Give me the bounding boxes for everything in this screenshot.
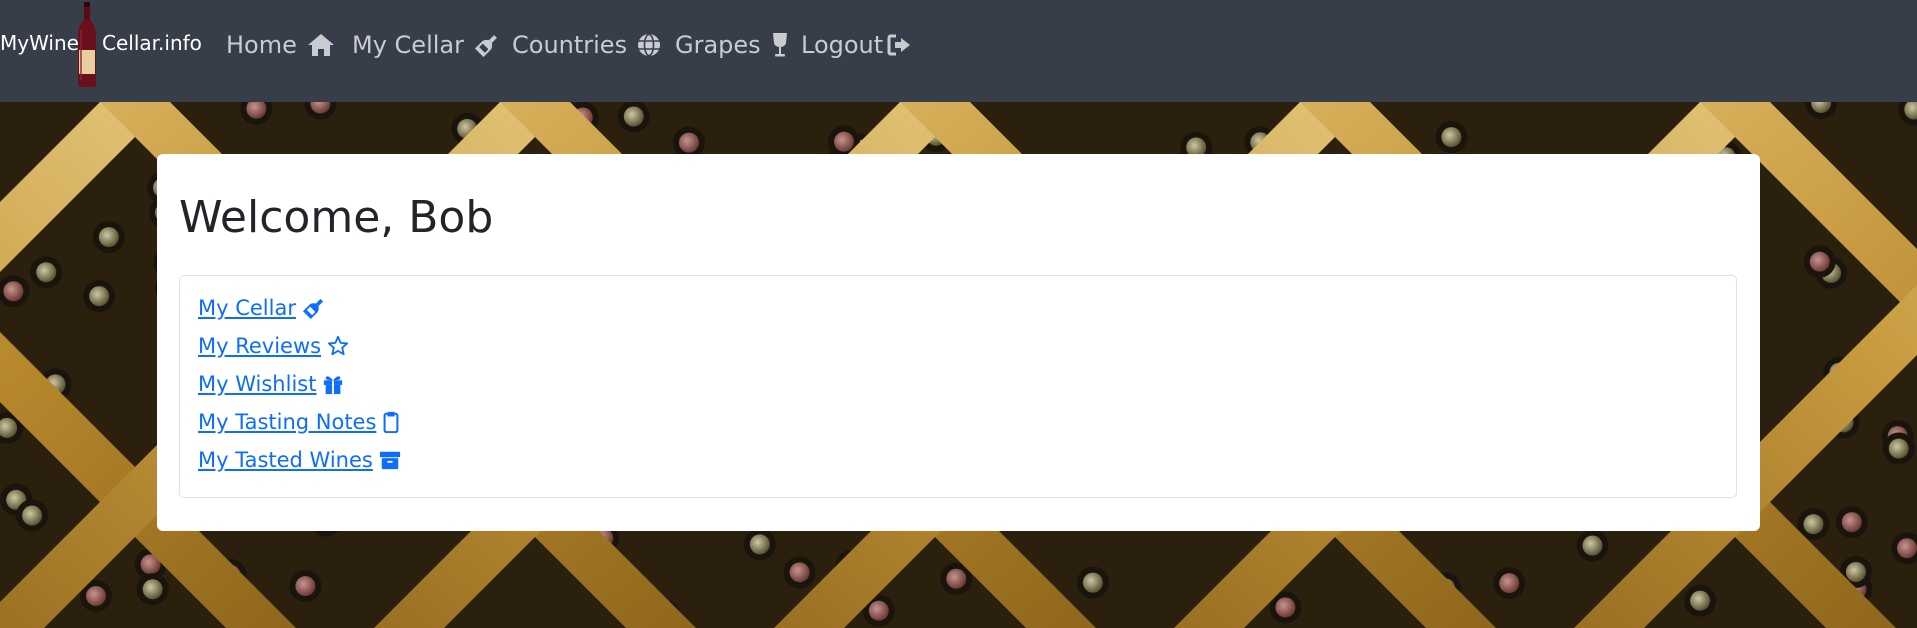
- link-my-cellar-label: My Cellar: [198, 296, 296, 320]
- brand-text-part2: Cellar.info: [102, 31, 202, 55]
- link-my-cellar[interactable]: My Cellar: [198, 296, 326, 320]
- link-my-reviews-label: My Reviews: [198, 334, 322, 358]
- nav-logout[interactable]: Logout: [801, 31, 911, 59]
- globe-icon: [638, 33, 661, 57]
- link-my-wishlist[interactable]: My Wishlist: [198, 372, 344, 396]
- star-icon: [328, 335, 349, 356]
- welcome-card: Welcome, Bob My Cellar My Reviews My Wis…: [157, 154, 1760, 531]
- nav-grapes-label: Grapes: [675, 31, 761, 59]
- link-my-tasted-wines[interactable]: My Tasted Wines: [198, 448, 401, 472]
- nav-my-cellar[interactable]: My Cellar: [352, 31, 500, 59]
- nav-countries-label: Countries: [512, 31, 628, 59]
- nav-my-cellar-label: My Cellar: [352, 31, 464, 59]
- link-my-tasting-notes-label: My Tasting Notes: [198, 410, 377, 434]
- wine-glass-icon: [772, 33, 787, 57]
- link-my-wishlist-label: My Wishlist: [198, 372, 317, 396]
- bottle-icon: [474, 35, 497, 57]
- home-icon: [307, 34, 334, 56]
- nav-countries[interactable]: Countries: [512, 31, 661, 59]
- gift-icon: [324, 376, 343, 395]
- bottle-icon: [302, 298, 324, 319]
- top-navbar: MyWine Cellar.info Home My Cellar Countr…: [0, 0, 1917, 102]
- nav-logout-label: Logout: [801, 31, 884, 59]
- link-my-tasting-notes[interactable]: My Tasting Notes: [198, 410, 400, 434]
- nav-home-label: Home: [226, 31, 297, 59]
- nav-grapes[interactable]: Grapes: [675, 31, 789, 59]
- brand-logo[interactable]: MyWine Cellar.info: [0, 0, 202, 102]
- wine-bottle-logo-icon: [78, 2, 96, 87]
- link-my-reviews[interactable]: My Reviews: [198, 334, 349, 358]
- page-title: Welcome, Bob: [179, 192, 494, 243]
- clipboard-icon: [383, 411, 399, 433]
- brand-text-part1: MyWine: [0, 31, 79, 55]
- nav-home[interactable]: Home: [226, 31, 335, 59]
- link-my-tasted-wines-label: My Tasted Wines: [198, 448, 373, 472]
- archive-icon: [379, 451, 400, 470]
- sign-out-icon: [887, 34, 911, 56]
- quick-links-panel: My Cellar My Reviews My Wishlist My Tast…: [179, 275, 1737, 498]
